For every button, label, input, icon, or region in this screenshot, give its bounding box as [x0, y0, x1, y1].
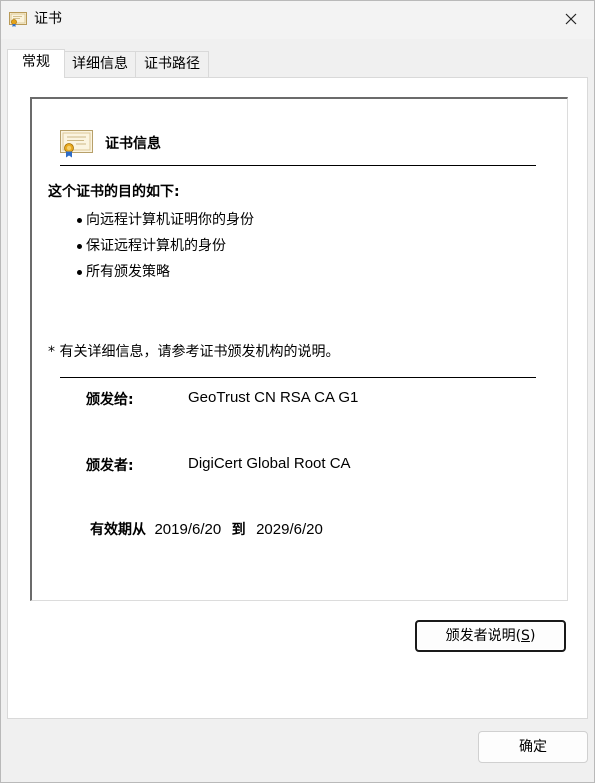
validity-period: 有效期从 2019/6/20 到 2029/6/20 — [90, 519, 323, 539]
valid-from-label: 有效期从 — [90, 522, 146, 538]
issued-to-value: GeoTrust CN RSA CA G1 — [188, 389, 359, 406]
close-button[interactable] — [548, 1, 594, 37]
issued-to-label: 颁发给: — [86, 392, 134, 408]
issuer-statement-button[interactable]: 颁发者说明(S) — [415, 620, 566, 652]
tab-general[interactable]: 常规 — [7, 49, 65, 78]
valid-to-label: 到 — [231, 522, 246, 538]
purpose-item: 保证远程计算机的身份 — [77, 237, 254, 263]
certificate-icon — [60, 130, 94, 158]
issued-by-value: DigiCert Global Root CA — [188, 455, 351, 472]
certificate-info-panel: 证书信息 这个证书的目的如下: 向远程计算机证明你的身份 保证远程计算机的身份 … — [30, 97, 568, 601]
purpose-item: 所有颁发策略 — [77, 263, 254, 289]
tab-certification-path[interactable]: 证书路径 — [135, 51, 209, 77]
close-icon — [565, 10, 577, 29]
bullet-icon — [77, 218, 82, 223]
issued-by-label: 颁发者: — [86, 458, 134, 474]
valid-to-date: 2029/6/20 — [256, 521, 323, 538]
details-divider — [60, 377, 536, 378]
bullet-icon — [77, 244, 82, 249]
details-note: * 有关详细信息，请参考证书颁发机构的说明。 — [48, 344, 340, 360]
bullet-icon — [77, 270, 82, 275]
title-bar: 证书 — [1, 1, 594, 39]
tab-details[interactable]: 详细信息 — [63, 51, 137, 77]
purpose-item: 向远程计算机证明你的身份 — [77, 211, 254, 237]
purpose-heading: 这个证书的目的如下: — [48, 184, 180, 200]
valid-from-date: 2019/6/20 — [154, 521, 222, 538]
certificate-dialog: 证书 常规 详细信息 证书路径 证书信息 这个证书的目的如下: 向远程计算机证明… — [0, 0, 595, 783]
certificate-icon — [9, 12, 27, 27]
window-title: 证书 — [34, 11, 62, 27]
certificate-info-heading: 证书信息 — [105, 136, 161, 152]
purpose-list: 向远程计算机证明你的身份 保证远程计算机的身份 所有颁发策略 — [77, 211, 254, 289]
ok-button[interactable]: 确定 — [478, 731, 588, 763]
heading-divider — [60, 165, 536, 166]
